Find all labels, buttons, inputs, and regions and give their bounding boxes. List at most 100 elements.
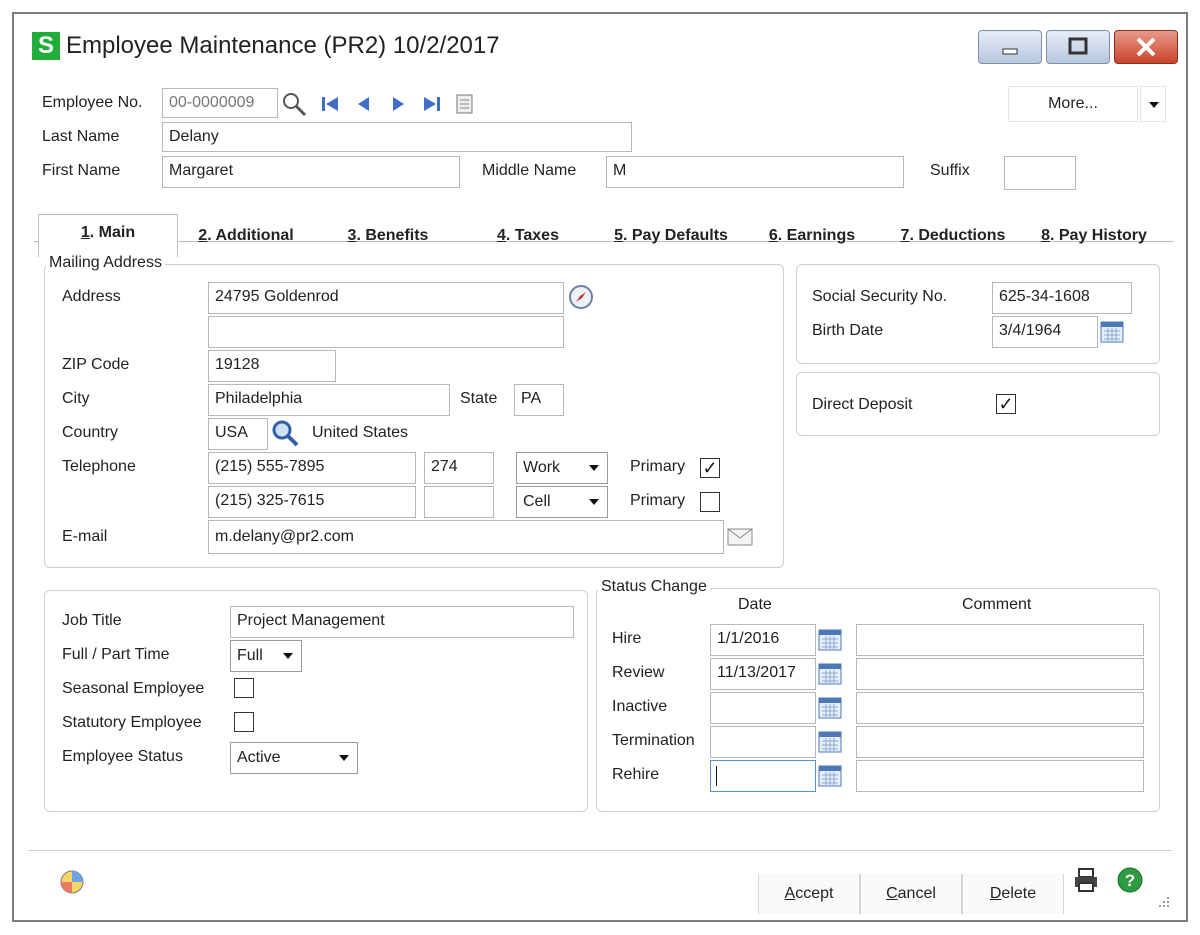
telephone-label: Telephone: [62, 458, 136, 475]
search-icon[interactable]: [280, 90, 308, 118]
minimize-button[interactable]: [978, 30, 1042, 64]
customizer-icon[interactable]: [58, 868, 86, 896]
close-button[interactable]: [1114, 30, 1178, 64]
address-label: Address: [62, 288, 121, 305]
zip-code-label: ZIP Code: [62, 356, 130, 373]
phone2-primary-checkbox[interactable]: [700, 492, 720, 512]
calendar-icon[interactable]: [818, 696, 842, 720]
tab-earnings[interactable]: 6. Earnings: [762, 218, 862, 254]
middle-name-field[interactable]: M: [606, 156, 904, 188]
phone1-primary-label: Primary: [630, 458, 686, 475]
phone2-primary-label: Primary: [630, 492, 686, 509]
app-logo: S: [32, 32, 60, 60]
svg-text:?: ?: [1125, 871, 1135, 890]
hire-comment-field[interactable]: [856, 624, 1144, 656]
checkmark-icon: ✓: [998, 394, 1014, 414]
tab-pay-history[interactable]: 8. Pay History: [1034, 218, 1154, 254]
email-field[interactable]: m.delany@pr2.com: [208, 520, 724, 554]
employee-status-select[interactable]: Active: [230, 742, 358, 774]
last-name-field[interactable]: Delany: [162, 122, 632, 152]
resize-grip-icon[interactable]: [1154, 892, 1172, 910]
chevron-down-icon: [283, 653, 293, 659]
country-field[interactable]: USA: [208, 418, 268, 450]
first-name-field[interactable]: Margaret: [162, 156, 460, 188]
phone1-ext-field[interactable]: 274: [424, 452, 494, 484]
envelope-icon[interactable]: [726, 526, 754, 548]
printer-icon[interactable]: [1072, 866, 1100, 894]
tab-deductions[interactable]: 7. Deductions: [894, 218, 1012, 254]
termination-comment-field[interactable]: [856, 726, 1144, 758]
maximize-button[interactable]: [1046, 30, 1110, 64]
chevron-down-icon: [1149, 102, 1159, 108]
calendar-icon[interactable]: [818, 662, 842, 686]
calendar-icon[interactable]: [818, 764, 842, 788]
ssn-label: Social Security No.: [812, 288, 948, 305]
phone1-type-select[interactable]: Work: [516, 452, 608, 484]
rehire-date-field[interactable]: [710, 760, 816, 792]
zip-code-field[interactable]: 19128: [208, 350, 336, 382]
phone1-number-field[interactable]: (215) 555-7895: [208, 452, 416, 484]
statutory-employee-checkbox[interactable]: [234, 712, 254, 732]
review-comment-field[interactable]: [856, 658, 1144, 690]
state-field[interactable]: PA: [514, 384, 564, 416]
country-lookup-icon[interactable]: [270, 418, 300, 448]
compass-icon[interactable]: [568, 284, 596, 312]
tab-pay-defaults[interactable]: 5. Pay Defaults: [606, 218, 736, 254]
suffix-field[interactable]: [1004, 156, 1076, 190]
hire-label: Hire: [612, 630, 642, 647]
tab-taxes[interactable]: 4. Taxes: [486, 218, 570, 254]
calendar-icon[interactable]: [818, 628, 842, 652]
last-record-icon[interactable]: [420, 94, 442, 114]
address-line1-field[interactable]: 24795 Goldenrod: [208, 282, 564, 314]
inactive-comment-field[interactable]: [856, 692, 1144, 724]
tab-benefits[interactable]: 3. Benefits: [338, 218, 438, 254]
country-name: United States: [312, 424, 409, 441]
seasonal-employee-label: Seasonal Employee: [62, 680, 205, 697]
first-name-label: First Name: [42, 162, 121, 179]
suffix-label: Suffix: [930, 162, 970, 179]
accept-button[interactable]: Accept: [758, 874, 860, 914]
first-record-icon[interactable]: [320, 94, 342, 114]
status-date-header: Date: [738, 596, 772, 613]
cancel-button[interactable]: Cancel: [860, 874, 962, 914]
birth-date-field[interactable]: 3/4/1964: [992, 316, 1098, 348]
phone2-number-field[interactable]: (215) 325-7615: [208, 486, 416, 518]
city-field[interactable]: Philadelphia: [208, 384, 450, 416]
inactive-date-field[interactable]: [710, 692, 816, 724]
calendar-icon[interactable]: [818, 730, 842, 754]
footer-divider: [28, 850, 1172, 851]
window-title: Employee Maintenance (PR2) 10/2/2017: [66, 32, 500, 59]
rehire-comment-field[interactable]: [856, 760, 1144, 792]
full-part-time-select[interactable]: Full: [230, 640, 302, 672]
ssn-field[interactable]: 625-34-1608: [992, 282, 1132, 314]
help-icon[interactable]: ?: [1116, 866, 1144, 894]
job-title-field[interactable]: Project Management: [230, 606, 574, 638]
notepad-icon[interactable]: [454, 92, 476, 116]
more-button[interactable]: More...: [1008, 86, 1138, 122]
tab-additional[interactable]: 2. Additional: [190, 218, 302, 254]
review-date-field[interactable]: 11/13/2017: [710, 658, 816, 690]
tab-main[interactable]: 1. Main: [38, 214, 178, 257]
chevron-down-icon: [589, 465, 599, 471]
previous-record-icon[interactable]: [354, 94, 374, 114]
phone2-ext-field[interactable]: [424, 486, 494, 518]
inactive-label: Inactive: [612, 698, 668, 715]
delete-button[interactable]: Delete: [962, 874, 1064, 914]
direct-deposit-checkbox[interactable]: ✓: [996, 394, 1016, 414]
employee-no-field[interactable]: 00-0000009: [162, 88, 278, 118]
termination-date-field[interactable]: [710, 726, 816, 758]
status-change-title: Status Change: [598, 578, 710, 596]
job-title-label: Job Title: [62, 612, 122, 629]
close-icon: [1136, 37, 1156, 57]
phone2-type-select[interactable]: Cell: [516, 486, 608, 518]
text-cursor: [716, 766, 717, 786]
next-record-icon[interactable]: [388, 94, 408, 114]
personal-info-group: [796, 264, 1160, 364]
address-line2-field[interactable]: [208, 316, 564, 348]
phone1-primary-checkbox[interactable]: ✓: [700, 458, 720, 478]
more-dropdown-button[interactable]: [1140, 86, 1166, 122]
seasonal-employee-checkbox[interactable]: [234, 678, 254, 698]
calendar-icon[interactable]: [1100, 320, 1124, 344]
hire-date-field[interactable]: 1/1/2016: [710, 624, 816, 656]
termination-label: Termination: [612, 732, 695, 749]
